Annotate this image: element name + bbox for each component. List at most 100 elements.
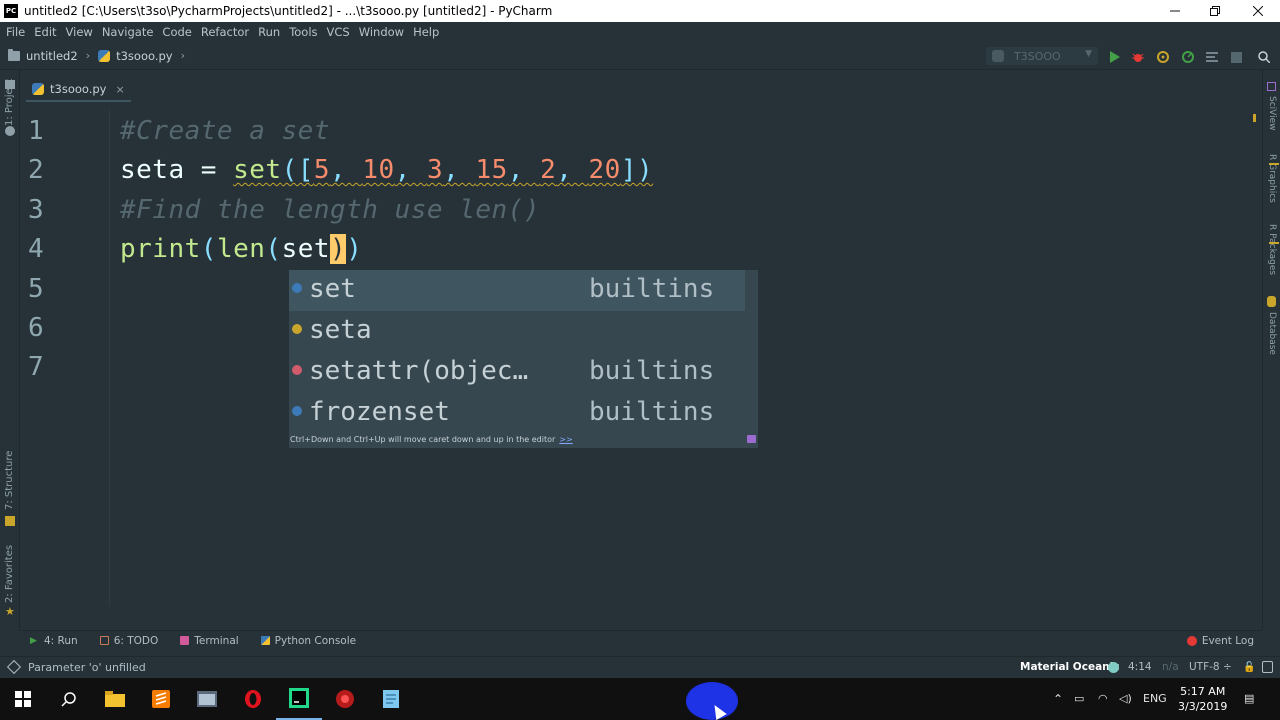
sciview-tool-button[interactable]: SciView bbox=[1267, 96, 1277, 131]
number: 15 bbox=[475, 155, 508, 185]
coverage-button[interactable] bbox=[1155, 49, 1171, 65]
profile-button[interactable] bbox=[1180, 49, 1196, 65]
clock-time: 5:17 AM bbox=[1180, 685, 1226, 698]
chevron-right-icon: › bbox=[180, 49, 185, 62]
event-log-label: Event Log bbox=[1201, 635, 1254, 647]
tab-python-console-label: Python Console bbox=[274, 634, 357, 647]
tool-window-toggle-icon[interactable] bbox=[6, 659, 22, 675]
show-hidden-icons[interactable]: ⌃ bbox=[1053, 692, 1063, 706]
theme-indicator[interactable]: Material Oceanic bbox=[1020, 661, 1119, 673]
battery-icon[interactable]: ▭ bbox=[1074, 692, 1084, 705]
punctuation: ( bbox=[265, 234, 282, 264]
run-with-concurrency-button[interactable] bbox=[1204, 49, 1220, 65]
tab-todo[interactable]: 6: TODO bbox=[99, 635, 158, 647]
completion-item-source: builtins bbox=[589, 356, 715, 386]
run-icon: ▶ bbox=[30, 636, 37, 646]
notifications-icon[interactable]: ▤ bbox=[1244, 692, 1254, 705]
language-indicator[interactable]: ENG bbox=[1143, 692, 1167, 705]
start-button[interactable] bbox=[0, 678, 46, 720]
pycharm-icon bbox=[289, 688, 309, 708]
punctuation: , bbox=[443, 155, 476, 185]
taskbar-file-explorer[interactable] bbox=[92, 678, 138, 720]
menu-vcs[interactable]: VCS bbox=[323, 25, 354, 39]
punctuation: ( bbox=[200, 234, 217, 264]
taskbar-clock[interactable]: 5:17 AM 3/3/2019 bbox=[1178, 684, 1227, 714]
menu-refactor[interactable]: Refactor bbox=[197, 25, 253, 39]
taskbar-opera[interactable] bbox=[230, 678, 276, 720]
file-encoding[interactable]: UTF-8 ÷ bbox=[1189, 661, 1232, 673]
menu-navigate[interactable]: Navigate bbox=[98, 25, 158, 39]
class-icon bbox=[292, 406, 302, 416]
code-line-1[interactable]: #Create a set bbox=[120, 116, 330, 146]
volume-icon[interactable]: ◁) bbox=[1119, 692, 1132, 705]
breadcrumb-file[interactable]: t3sooo.py bbox=[116, 49, 172, 63]
structure-tool-button[interactable]: 7: Structure bbox=[4, 451, 15, 510]
line-separator-indicator[interactable]: n/a bbox=[1162, 661, 1179, 673]
windows-logo-icon bbox=[15, 691, 31, 707]
breadcrumb-project[interactable]: untitled2 bbox=[26, 49, 78, 63]
menu-view[interactable]: View bbox=[62, 25, 97, 39]
menu-window[interactable]: Window bbox=[355, 25, 408, 39]
tab-terminal[interactable]: Terminal bbox=[180, 635, 239, 647]
completion-item[interactable]: set builtins bbox=[289, 270, 745, 311]
builtin-call: len bbox=[216, 234, 266, 264]
punctuation: , bbox=[556, 155, 589, 185]
search-everywhere-button[interactable] bbox=[1256, 49, 1272, 65]
typed-identifier: set bbox=[281, 234, 331, 264]
run-button[interactable] bbox=[1106, 49, 1122, 65]
stop-button[interactable] bbox=[1228, 49, 1244, 65]
inspection-status-icon[interactable] bbox=[1253, 114, 1256, 122]
menu-run[interactable]: Run bbox=[254, 25, 284, 39]
menu-tools[interactable]: Tools bbox=[285, 25, 321, 39]
python-file-icon bbox=[32, 83, 44, 95]
python-console-icon bbox=[260, 636, 270, 645]
wifi-icon[interactable]: ◠ bbox=[1098, 692, 1108, 705]
theme-color-icon bbox=[1108, 662, 1119, 673]
pycharm-app-icon: PC bbox=[4, 4, 18, 18]
completion-item[interactable]: setattr(objec… builtins bbox=[289, 352, 745, 393]
completion-item[interactable]: frozenset builtins bbox=[289, 393, 745, 434]
completion-hint-link[interactable]: >> bbox=[559, 435, 572, 444]
menu-code[interactable]: Code bbox=[158, 25, 195, 39]
restore-icon bbox=[1210, 6, 1220, 16]
r-packages-tool-button[interactable]: R Packages bbox=[1267, 224, 1277, 275]
tab-python-console[interactable]: Python Console bbox=[260, 634, 357, 647]
taskbar-search-button[interactable] bbox=[46, 678, 92, 720]
warning-marker[interactable] bbox=[1269, 242, 1279, 244]
warning-marker[interactable] bbox=[1269, 163, 1279, 165]
menu-file[interactable]: File bbox=[2, 25, 29, 39]
debug-button[interactable] bbox=[1130, 49, 1146, 65]
code-line-2[interactable]: seta = set([5, 10, 3, 15, 2, 20]) bbox=[120, 155, 653, 185]
status-message: Parameter 'o' unfilled bbox=[28, 661, 146, 674]
taskbar-recorder[interactable] bbox=[322, 678, 368, 720]
completion-item[interactable]: seta bbox=[289, 311, 745, 352]
taskbar-app[interactable] bbox=[184, 678, 230, 720]
code-line-3[interactable]: #Find the length use len() bbox=[120, 195, 540, 225]
editor-tab[interactable]: t3sooo.py × bbox=[26, 78, 131, 102]
completion-item-name: seta bbox=[309, 315, 372, 345]
menu-help[interactable]: Help bbox=[409, 25, 443, 39]
punctuation: , bbox=[330, 155, 363, 185]
caret-position[interactable]: 4:14 bbox=[1128, 661, 1152, 673]
line-number: 4 bbox=[28, 234, 44, 264]
favorites-tool-button[interactable]: 2: Favorites bbox=[4, 545, 15, 603]
popup-settings-icon[interactable] bbox=[747, 435, 756, 443]
taskbar-notepad[interactable] bbox=[368, 678, 414, 720]
minimize-button[interactable] bbox=[1153, 0, 1197, 22]
tab-close-icon[interactable]: × bbox=[115, 83, 124, 96]
code-line-4[interactable]: print(len(set)) bbox=[120, 234, 362, 264]
menu-edit[interactable]: Edit bbox=[30, 25, 60, 39]
run-configuration-select[interactable]: T3SOOO ▼ bbox=[986, 47, 1098, 65]
taskbar-pycharm[interactable] bbox=[276, 678, 322, 720]
close-window-button[interactable] bbox=[1236, 0, 1280, 22]
taskbar-sublime[interactable] bbox=[138, 678, 184, 720]
restore-button[interactable] bbox=[1193, 0, 1237, 22]
r-graphics-tool-button[interactable]: R Graphics bbox=[1267, 154, 1277, 203]
event-log-button[interactable]: Event Log bbox=[1186, 635, 1254, 647]
lock-icon[interactable]: 🔓 bbox=[1243, 662, 1255, 673]
tab-run[interactable]: ▶ 4: Run bbox=[30, 635, 78, 647]
variable: seta bbox=[120, 155, 185, 185]
project-tool-button[interactable]: 1: Project bbox=[4, 79, 15, 126]
database-tool-button[interactable]: Database bbox=[1267, 312, 1277, 355]
inspector-icon[interactable] bbox=[1262, 661, 1273, 673]
